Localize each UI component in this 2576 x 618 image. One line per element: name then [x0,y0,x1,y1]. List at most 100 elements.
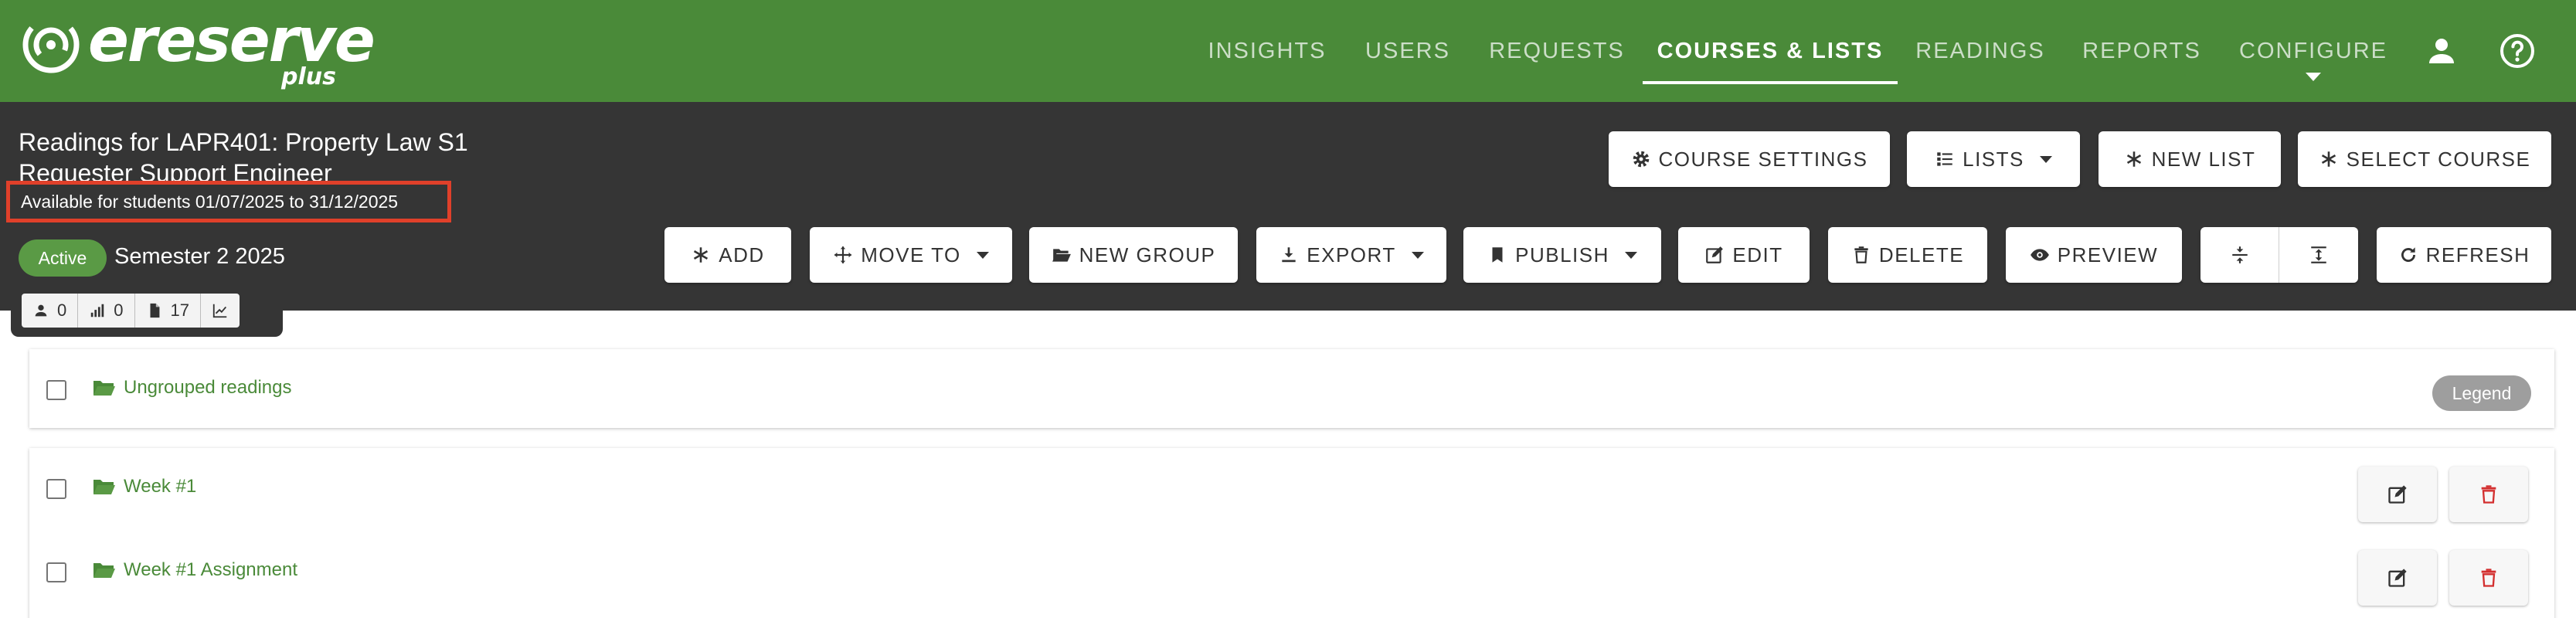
course-settings-label: COURSE SETTINGS [1658,147,1868,171]
publish-button[interactable]: PUBLISH [1463,227,1661,283]
nav-readings[interactable]: READINGS [1915,0,2043,102]
edit-icon [2388,569,2407,587]
move-to-button[interactable]: MOVE TO [810,227,1012,283]
eye-icon [2030,249,2049,261]
folder-open-icon [93,480,115,494]
collapse-all-button[interactable] [2200,227,2279,283]
nav-reports[interactable]: REPORTS [2082,0,2200,102]
refresh-label: REFRESH [2425,243,2530,267]
ungrouped-checkbox[interactable] [46,380,66,400]
export-button[interactable]: EXPORT [1256,227,1446,283]
stat-activity-value: 0 [114,301,124,320]
delete-button[interactable]: DELETE [1828,227,1987,283]
group-label: Week #1 Assignment [124,559,298,580]
ereserve-swirl-icon [22,16,80,73]
stat-chart[interactable] [201,294,240,328]
top-navigation-bar: ereserve plus INSIGHTS USERS REQUESTS CO… [0,0,2576,102]
asterisk-icon [694,247,709,263]
move-arrows-icon [834,246,852,263]
new-list-label: NEW LIST [2151,147,2256,171]
trash-icon [2481,569,2496,587]
legend-button[interactable]: Legend [2432,375,2531,411]
expand-icon [2311,246,2326,263]
lists-dropdown-button[interactable]: LISTS [1907,131,2080,187]
group-checkbox[interactable] [46,562,66,582]
ungrouped-readings-link[interactable]: Ungrouped readings [93,377,292,399]
collapse-icon [2231,246,2248,263]
collapse-expand-group [2200,227,2358,283]
move-to-label: MOVE TO [861,243,961,267]
stat-activity[interactable]: 0 [78,294,135,328]
configure-dropdown-caret-icon[interactable] [2306,73,2321,81]
stat-readings[interactable]: 17 [135,294,201,328]
select-course-button[interactable]: SELECT COURSE [2298,131,2551,187]
group-checkbox[interactable] [46,479,66,499]
delete-group-button[interactable] [2449,550,2528,606]
status-badge: Active [19,239,107,277]
group-label: Week #1 [124,476,197,497]
edit-label: EDIT [1732,243,1783,267]
nav-active-indicator [1643,81,1898,84]
help-icon[interactable] [2499,32,2536,70]
delete-group-button[interactable] [2449,467,2528,522]
ungrouped-readings-label: Ungrouped readings [124,377,292,398]
add-button[interactable]: ADD [664,227,791,283]
nav-insights[interactable]: INSIGHTS [1198,0,1337,102]
brand-plus: plus [281,63,336,90]
nav-courses-lists[interactable]: COURSES & LISTS [1643,0,1898,102]
group-link-week-1-assignment[interactable]: Week #1 Assignment [93,559,297,581]
refresh-button[interactable]: REFRESH [2377,227,2551,283]
delete-label: DELETE [1878,243,1965,267]
nav-users[interactable]: USERS [1361,0,1454,102]
semester-label: Semester 2 2025 [114,244,285,269]
expand-all-button[interactable] [2279,227,2358,283]
edit-group-button[interactable] [2358,550,2437,606]
groups-panel [29,448,2554,618]
publish-label: PUBLISH [1515,243,1609,267]
chevron-down-icon [976,251,989,259]
select-course-label: SELECT COURSE [2346,147,2531,171]
course-title: Readings for LAPR401: Property Law S1 [19,128,468,156]
edit-icon [1706,246,1724,263]
group-link-week-1[interactable]: Week #1 [93,476,196,497]
document-icon [150,303,159,318]
person-icon [35,304,47,317]
lists-label: LISTS [1963,147,2024,171]
edit-icon [2388,485,2407,504]
availability-text: Available for students 01/07/2025 to 31/… [21,191,399,212]
new-list-button[interactable]: NEW LIST [2099,131,2281,187]
course-settings-button[interactable]: COURSE SETTINGS [1609,131,1890,187]
export-label: EXPORT [1307,243,1396,267]
edit-group-button[interactable] [2358,467,2437,522]
bookmark-icon [1492,247,1503,263]
user-account-icon[interactable] [2423,32,2460,70]
trash-icon [1854,246,1868,263]
signal-bars-icon [91,304,104,317]
availability-notice: Available for students 01/07/2025 to 31/… [6,181,451,222]
add-label: ADD [719,243,765,267]
ereserve-logo[interactable]: ereserve plus [22,6,376,91]
asterisk-icon [2126,151,2141,167]
trash-icon [2481,485,2496,504]
preview-button[interactable]: PREVIEW [2006,227,2182,283]
nav-requests[interactable]: REQUESTS [1485,0,1629,102]
line-chart-icon [212,304,227,318]
folder-open-icon [1052,249,1071,262]
stat-readings-value: 17 [170,301,189,320]
course-stats: 0 0 17 [22,294,240,328]
download-icon [1282,247,1296,263]
refresh-icon [2401,247,2415,262]
ungrouped-readings-panel [29,349,2554,428]
new-group-button[interactable]: NEW GROUP [1029,227,1238,283]
list-icon [1937,152,1952,166]
stat-students[interactable]: 0 [22,294,79,328]
chevron-down-icon [2039,155,2052,163]
nav-configure[interactable]: CONFIGURE [2239,0,2386,102]
preview-label: PREVIEW [2057,243,2159,267]
gear-icon [1633,151,1649,168]
folder-open-icon [93,381,115,396]
folder-open-icon [93,563,115,578]
chevron-down-icon [1411,251,1424,259]
asterisk-icon [2321,151,2336,167]
edit-button[interactable]: EDIT [1678,227,1810,283]
